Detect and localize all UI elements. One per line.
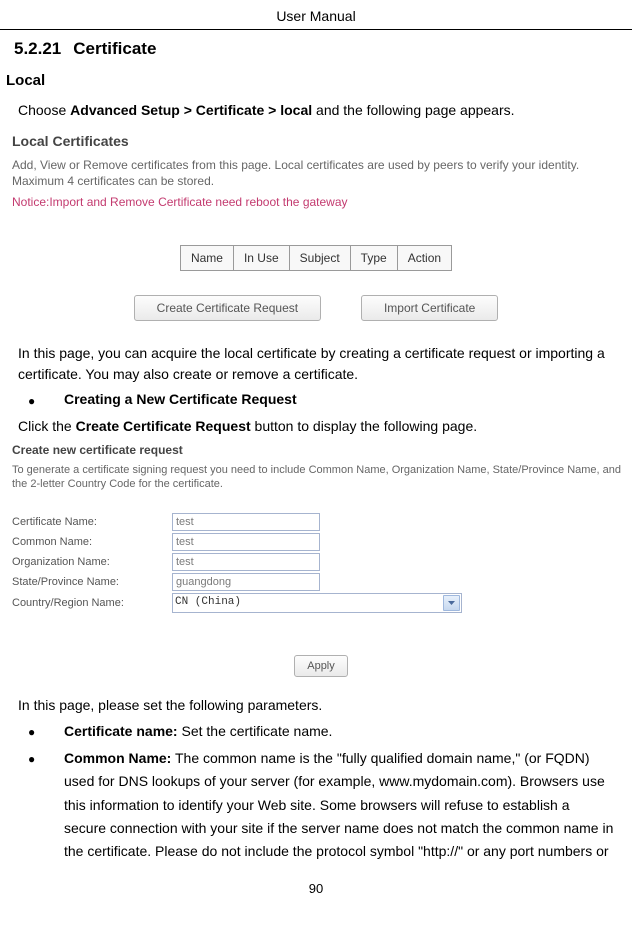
create-request-panel: Create new certificate request To genera… <box>10 439 632 687</box>
intro-path: Advanced Setup > Certificate > local <box>70 102 312 118</box>
intro-prefix: Choose <box>18 102 70 118</box>
bullet-creating: ● Creating a New Certificate Request <box>0 387 632 412</box>
commonname-label: Common Name: <box>10 534 172 551</box>
section-number: 5.2.21 <box>14 39 61 58</box>
orgname-field[interactable] <box>172 553 320 571</box>
list-rest: The common name is the "fully qualified … <box>64 750 613 858</box>
field-row-certname: Certificate Name: <box>10 512 632 532</box>
list-item: ● Certificate name: Set the certificate … <box>0 718 632 745</box>
list-item-text: Certificate name: Set the certificate na… <box>64 720 614 743</box>
create-cert-request-button[interactable]: Create Certificate Request <box>134 295 321 321</box>
cert-table: Name In Use Subject Type Action <box>180 245 452 271</box>
panel-title: Local Certificates <box>10 127 622 158</box>
country-select[interactable]: CN (China) <box>172 593 462 613</box>
orgname-label: Organization Name: <box>10 554 172 571</box>
section-title: Certificate <box>73 39 156 58</box>
state-field[interactable] <box>172 573 320 591</box>
section-heading: 5.2.21 Certificate <box>0 30 632 66</box>
field-row-state: State/Province Name: <box>10 572 632 592</box>
list-item-text: Common Name: The common name is the "ful… <box>64 747 614 862</box>
bullet-icon: ● <box>18 720 64 741</box>
bullet-creating-label: Creating a New Certificate Request <box>64 389 614 410</box>
cert-table-wrap: Name In Use Subject Type Action <box>10 217 622 295</box>
page-header: User Manual <box>0 0 632 30</box>
col-type: Type <box>350 246 397 271</box>
apply-wrap: Apply <box>10 614 632 688</box>
panel-notice: Notice:Import and Remove Certificate nee… <box>10 191 622 217</box>
click-prefix: Click the <box>18 418 76 434</box>
country-label: Country/Region Name: <box>10 595 172 612</box>
field-row-orgname: Organization Name: <box>10 552 632 572</box>
create-panel-title: Create new certificate request <box>10 439 632 463</box>
click-paragraph: Click the Create Certificate Request but… <box>0 412 632 439</box>
apply-button[interactable]: Apply <box>294 655 348 678</box>
intro-suffix: and the following page appears. <box>312 102 514 118</box>
setparams-paragraph: In this page, please set the following p… <box>0 691 632 718</box>
col-inuse: In Use <box>233 246 289 271</box>
click-suffix: button to display the following page. <box>251 418 478 434</box>
local-certificates-panel: Local Certificates Add, View or Remove c… <box>10 127 622 335</box>
create-panel-desc: To generate a certificate signing reques… <box>10 463 632 512</box>
intro-paragraph: Choose Advanced Setup > Certificate > lo… <box>0 96 632 125</box>
list-bold: Common Name: <box>64 750 171 766</box>
bullet-icon: ● <box>18 389 64 410</box>
acquire-paragraph: In this page, you can acquire the local … <box>0 339 632 387</box>
panel-buttons: Create Certificate Request Import Certif… <box>10 295 622 335</box>
field-row-country: Country/Region Name: CN (China) <box>10 592 632 614</box>
bullet-icon: ● <box>18 747 64 768</box>
col-name: Name <box>180 246 233 271</box>
field-row-commonname: Common Name: <box>10 532 632 552</box>
subheading-local: Local <box>0 66 632 97</box>
certname-label: Certificate Name: <box>10 514 172 531</box>
panel-description: Add, View or Remove certificates from th… <box>10 158 622 191</box>
country-value: CN (China) <box>175 596 241 608</box>
list-item: ● Common Name: The common name is the "f… <box>0 745 632 864</box>
click-bold: Create Certificate Request <box>76 418 251 434</box>
col-subject: Subject <box>289 246 350 271</box>
certname-field[interactable] <box>172 513 320 531</box>
state-label: State/Province Name: <box>10 574 172 591</box>
page-number: 90 <box>0 865 632 909</box>
col-action: Action <box>397 246 451 271</box>
commonname-field[interactable] <box>172 533 320 551</box>
import-cert-button[interactable]: Import Certificate <box>361 295 498 321</box>
chevron-down-icon[interactable] <box>443 595 460 611</box>
list-bold: Certificate name: <box>64 723 178 739</box>
list-rest: Set the certificate name. <box>178 723 333 739</box>
